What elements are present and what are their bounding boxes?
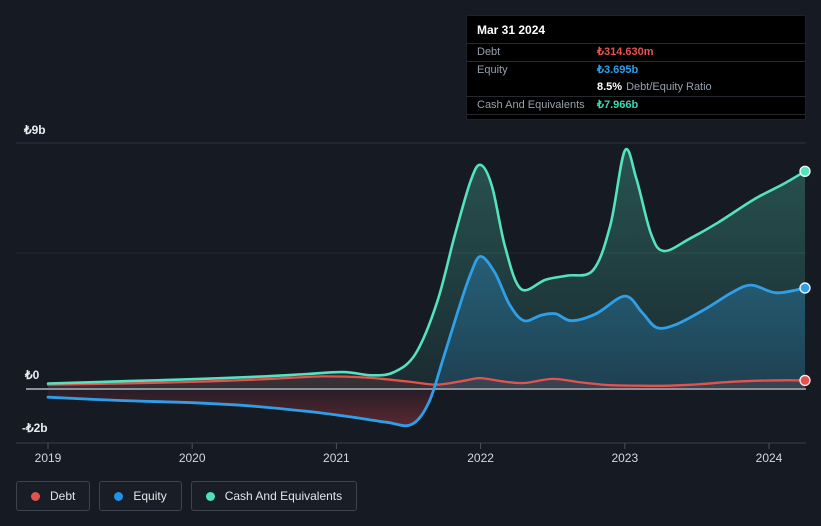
tooltip-ratio-value: 8.5%	[597, 81, 623, 93]
debt-current-value-dot	[799, 374, 811, 387]
debt-color-dot	[31, 491, 40, 501]
tooltip-ratio-label: Debt/Equity Ratio	[626, 81, 712, 93]
legend-debt-label: Debt	[50, 489, 76, 503]
cash-color-dot	[205, 491, 215, 501]
gridlines	[16, 142, 806, 254]
x-axis	[16, 442, 806, 449]
x-axis-label: 2023	[611, 451, 639, 465]
y-axis-label: -₺2b	[22, 421, 48, 435]
debt-equity-history-chart: ₺9b ₺0 -₺2b 2019 2020 2021 2022 2023 2024 Mar 3…	[0, 0, 821, 526]
tooltip-row-equity: Equity ₺3.695b	[467, 62, 805, 79]
tooltip-equity-label: Equity	[477, 64, 508, 76]
equity-current-value-dot	[799, 282, 811, 294]
legend-item-equity[interactable]: Equity	[99, 481, 182, 511]
legend-item-debt[interactable]: Debt	[16, 481, 91, 511]
tooltip-date: Mar 31 2024	[467, 16, 805, 44]
cash-current-value-dot	[799, 165, 811, 178]
tooltip-equity-value: ₺3.695b	[597, 64, 639, 76]
y-axis-label: ₺0	[25, 368, 40, 382]
tooltip-row-ratio: 8.5% Debt/Equity Ratio	[467, 79, 805, 96]
tooltip-row-cash: Cash And Equivalents ₺7.966b	[467, 96, 805, 115]
equity-color-dot	[114, 491, 124, 501]
y-axis-label: ₺9b	[24, 123, 46, 137]
tooltip-debt-label: Debt	[477, 46, 501, 58]
legend-cash-label: Cash And Equivalents	[224, 489, 343, 503]
x-axis-label: 2020	[178, 451, 206, 465]
tooltip-cash-value: ₺7.966b	[597, 99, 639, 111]
chart-tooltip: Mar 31 2024 Debt ₺314.630m Equity ₺3.695…	[466, 15, 806, 120]
legend-item-cash[interactable]: Cash And Equivalents	[190, 481, 358, 511]
tooltip-row-debt: Debt ₺314.630m	[467, 44, 805, 62]
x-axis-label: 2022	[467, 451, 494, 465]
x-axis-label: 2019	[34, 451, 62, 465]
x-axis-label: 2021	[323, 451, 350, 465]
legend-equity-label: Equity	[133, 489, 167, 503]
chart-legend: Debt Equity Cash And Equivalents	[16, 481, 358, 511]
tooltip-debt-value: ₺314.630m	[597, 46, 654, 58]
x-axis-label: 2024	[755, 451, 783, 465]
tooltip-cash-label: Cash And Equivalents	[477, 99, 585, 111]
